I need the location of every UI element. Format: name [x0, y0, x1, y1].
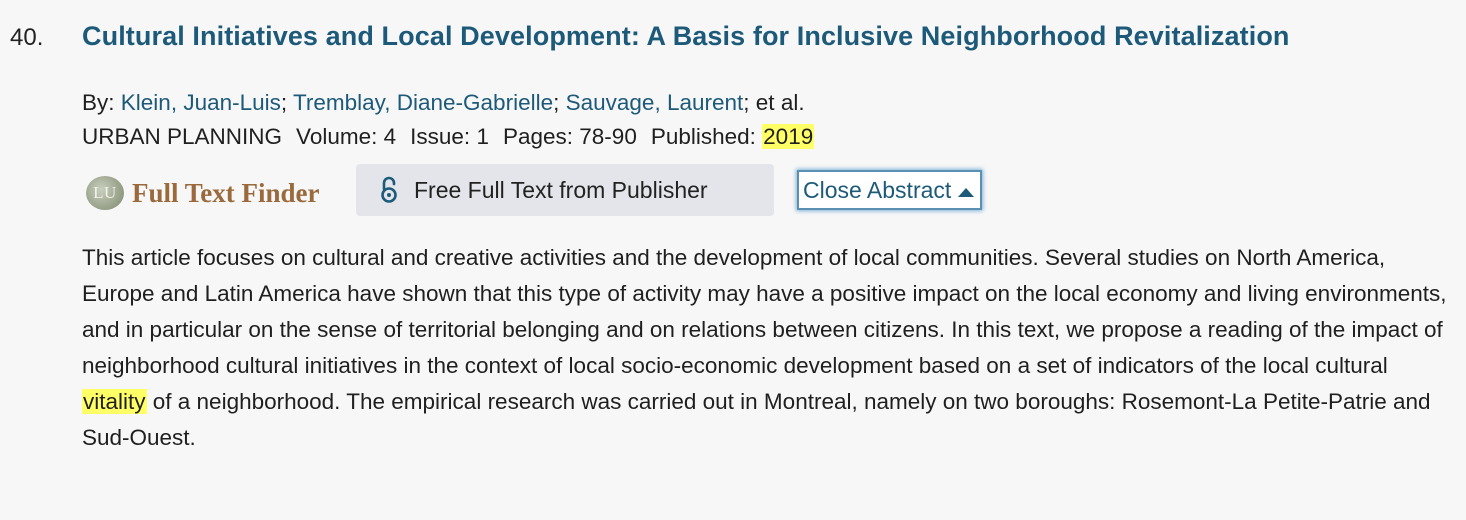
published-label: Published:: [650, 124, 756, 149]
close-abstract-label: Close Abstract: [803, 176, 952, 203]
author-line: By: Klein, Juan-Luis; Tremblay, Diane-Ga…: [82, 90, 805, 116]
record-number: 40.: [10, 24, 44, 51]
author-link[interactable]: Klein, Juan-Luis: [121, 90, 281, 115]
published-year: 2019: [762, 124, 815, 149]
caret-up-icon: [957, 177, 975, 204]
free-full-text-label: Free Full Text from Publisher: [414, 176, 708, 203]
search-result-record: 40. Cultural Initiatives and Local Devel…: [0, 0, 1466, 520]
author-separator: ;: [553, 90, 560, 115]
author-separator: ;: [743, 90, 750, 115]
author-link[interactable]: Sauvage, Laurent: [566, 90, 744, 115]
full-text-finder-logo-icon: LU: [86, 176, 124, 210]
open-access-icon: [380, 176, 398, 204]
author-link[interactable]: Tremblay, Diane-Gabrielle: [293, 90, 553, 115]
journal-name: URBAN PLANNING: [82, 124, 283, 149]
free-full-text-button[interactable]: Free Full Text from Publisher: [356, 164, 774, 216]
issue-value: 1: [476, 124, 489, 149]
author-separator: ;: [280, 90, 288, 115]
abstract-text-part: of a neighborhood. The empirical researc…: [82, 389, 1431, 450]
search-term-highlight: vitality: [82, 389, 147, 414]
volume-label: Volume:: [296, 124, 378, 149]
abstract-text-part: This article focuses on cultural and cre…: [82, 245, 1447, 378]
pages-label: Pages:: [502, 124, 574, 149]
issue-label: Issue:: [410, 124, 471, 149]
et-al: et al.: [755, 90, 805, 115]
full-text-finder-label: Full Text Finder: [132, 177, 320, 208]
full-text-finder-link[interactable]: LU Full Text Finder: [86, 176, 320, 210]
close-abstract-button[interactable]: Close Abstract: [797, 170, 983, 210]
pages-value: 78-90: [579, 124, 637, 149]
record-title-link[interactable]: Cultural Initiatives and Local Developme…: [82, 21, 1290, 52]
source-line: URBAN PLANNING Volume: 4 Issue: 1 Pages: 78…: [82, 124, 815, 150]
by-label: By:: [82, 90, 115, 115]
abstract-text: This article focuses on cultural and cre…: [82, 240, 1452, 456]
volume-value: 4: [383, 124, 397, 149]
